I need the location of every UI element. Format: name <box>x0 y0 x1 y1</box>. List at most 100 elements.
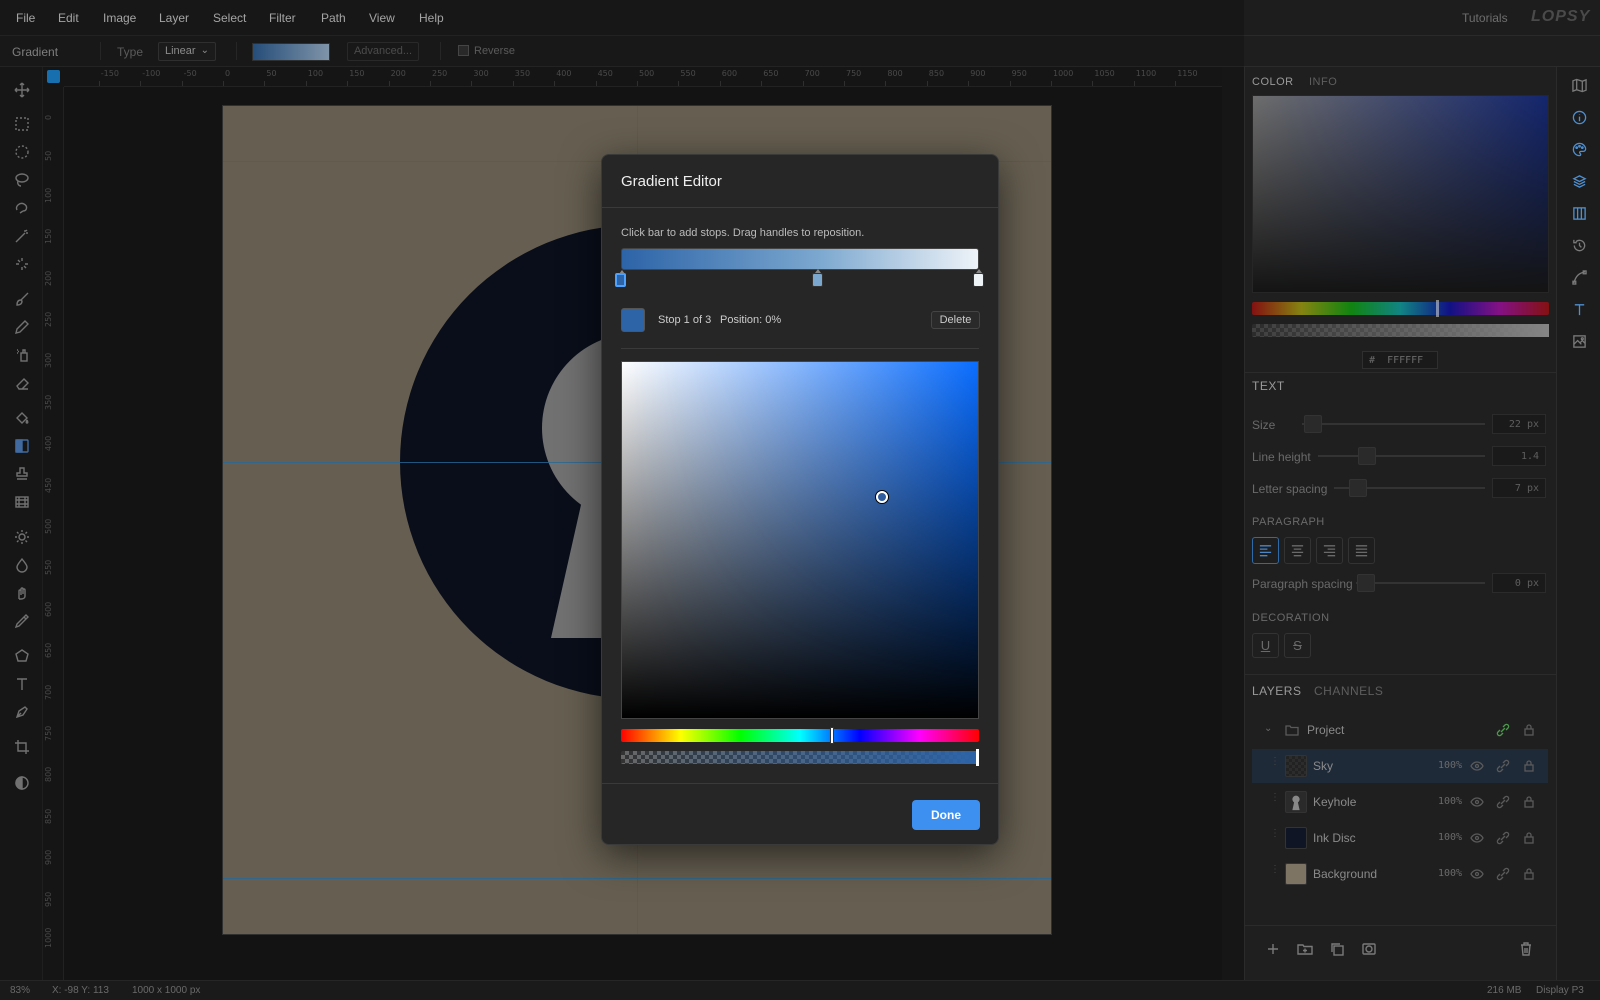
drag-handle-icon[interactable]: ⋮ <box>1270 865 1280 880</box>
lock-icon[interactable] <box>1522 759 1536 773</box>
drag-handle-icon[interactable]: ⋮ <box>1270 829 1280 844</box>
eye-icon[interactable] <box>1470 759 1484 773</box>
hex-value: FFFFFF <box>1387 355 1424 366</box>
hex-prefix: # <box>1369 355 1376 366</box>
tab-info[interactable]: INFO <box>1309 76 1337 88</box>
divider <box>1244 372 1556 373</box>
align-justify-icon <box>1355 545 1368 557</box>
add-layer-icon[interactable] <box>1265 941 1283 959</box>
line-height-value[interactable]: 1.4 <box>1492 446 1546 466</box>
lock-icon[interactable] <box>1522 867 1536 881</box>
eye-icon[interactable] <box>1470 831 1484 845</box>
line-height-slider-thumb[interactable] <box>1358 447 1376 465</box>
document-size: 1000 x 1000 px <box>132 985 201 996</box>
eye-icon[interactable] <box>1470 867 1484 881</box>
line-height-slider-track[interactable] <box>1318 455 1485 457</box>
new-folder-icon[interactable] <box>1297 941 1315 959</box>
drag-handle-icon[interactable]: ⋮ <box>1270 757 1280 772</box>
layer-opacity[interactable]: 100% <box>1438 832 1462 843</box>
color-alpha-slider[interactable] <box>1252 324 1549 337</box>
letter-spacing-label: Letter spacing <box>1252 482 1328 496</box>
stop-info: Stop 1 of 3 <box>658 314 712 326</box>
history-icon[interactable] <box>1568 234 1590 256</box>
strikethrough-button[interactable]: S <box>1284 633 1311 658</box>
dialog-title: Gradient Editor <box>621 173 722 190</box>
layer-row-ink-disc[interactable]: ⋮ Ink Disc 100% <box>1252 821 1548 855</box>
curve-icon[interactable] <box>1568 266 1590 288</box>
alpha-slider[interactable] <box>621 751 979 764</box>
color-saturation-field[interactable] <box>1252 95 1549 293</box>
gradient-bar[interactable] <box>621 248 979 270</box>
zoom-level[interactable]: 83% <box>10 985 30 996</box>
layer-row-background[interactable]: ⋮ Background 100% <box>1252 857 1548 891</box>
type-icon[interactable] <box>1568 298 1590 320</box>
app-logo: LOPSY <box>1531 8 1591 25</box>
delete-stop-button[interactable]: Delete <box>931 311 980 329</box>
tab-layers[interactable]: LAYERS <box>1252 684 1301 698</box>
lock-icon[interactable] <box>1522 831 1536 845</box>
divider <box>602 207 998 208</box>
paragraph-spacing-value[interactable]: 0 px <box>1492 573 1546 593</box>
align-right-button[interactable] <box>1316 537 1343 564</box>
duplicate-icon[interactable] <box>1329 941 1347 959</box>
align-left-button[interactable] <box>1252 537 1279 564</box>
hue-slider[interactable] <box>621 729 979 742</box>
tab-channels[interactable]: CHANNELS <box>1314 684 1383 698</box>
mask-icon[interactable] <box>1361 941 1379 959</box>
letter-spacing-slider-thumb[interactable] <box>1349 479 1367 497</box>
cursor-coordinates: X: -98 Y: 113 <box>52 985 109 996</box>
saturation-value-picker[interactable] <box>621 361 979 719</box>
color-hue-slider[interactable] <box>1252 302 1549 315</box>
stop-color-swatch[interactable] <box>621 308 645 332</box>
layer-row-keyhole[interactable]: ⋮ Keyhole 100% <box>1252 785 1548 819</box>
done-button[interactable]: Done <box>912 800 980 830</box>
layer-thumbnail <box>1285 827 1307 849</box>
align-center-icon <box>1291 545 1304 557</box>
align-center-button[interactable] <box>1284 537 1311 564</box>
lock-icon[interactable] <box>1522 723 1536 737</box>
dialog-hint: Click bar to add stops. Drag handles to … <box>621 227 865 239</box>
paragraph-spacing-slider-thumb[interactable] <box>1357 574 1375 592</box>
link-icon[interactable] <box>1496 831 1510 845</box>
tab-color[interactable]: COLOR <box>1252 76 1294 88</box>
chevron-down-icon[interactable]: ⌄ <box>1264 723 1272 734</box>
layer-opacity[interactable]: 100% <box>1438 796 1462 807</box>
size-slider-track[interactable] <box>1302 423 1485 425</box>
paragraph-spacing-slider-track[interactable] <box>1356 582 1485 584</box>
eye-icon[interactable] <box>1470 795 1484 809</box>
layer-group-row[interactable]: ⌄ Project <box>1252 713 1548 747</box>
letter-spacing-value[interactable]: 7 px <box>1492 478 1546 498</box>
info-icon[interactable] <box>1568 106 1590 128</box>
layer-opacity[interactable]: 100% <box>1438 760 1462 771</box>
trash-icon[interactable] <box>1518 941 1536 959</box>
layers-icon[interactable] <box>1568 170 1590 192</box>
align-justify-button[interactable] <box>1348 537 1375 564</box>
hue-slider-handle[interactable] <box>1436 300 1439 317</box>
link-icon[interactable] <box>1496 723 1510 737</box>
underline-button[interactable]: U <box>1252 633 1279 658</box>
map-icon[interactable] <box>1568 74 1590 96</box>
lock-icon[interactable] <box>1522 795 1536 809</box>
gradient-stop-handle[interactable] <box>973 269 984 287</box>
gradient-stop-handle[interactable] <box>811 269 823 287</box>
align-right-icon <box>1323 545 1336 557</box>
hex-input[interactable]: # FFFFFF <box>1362 351 1438 369</box>
hue-slider-handle[interactable] <box>830 727 835 744</box>
image-adjust-icon[interactable] <box>1568 330 1590 352</box>
link-icon[interactable] <box>1496 795 1510 809</box>
layer-row-sky[interactable]: ⋮ Sky 100% <box>1252 749 1548 783</box>
alpha-slider-handle[interactable] <box>976 749 979 766</box>
picker-cursor[interactable] <box>876 491 889 504</box>
drag-handle-icon[interactable]: ⋮ <box>1270 793 1280 808</box>
columns-icon[interactable] <box>1568 202 1590 224</box>
link-icon[interactable] <box>1496 867 1510 881</box>
paragraph-spacing-label: Paragraph spacing <box>1252 577 1353 591</box>
gradient-stop-handle[interactable] <box>615 270 626 287</box>
size-slider-thumb[interactable] <box>1304 415 1322 433</box>
tutorials-link[interactable]: Tutorials <box>1462 11 1508 25</box>
layer-opacity[interactable]: 100% <box>1438 868 1462 879</box>
palette-icon[interactable] <box>1568 138 1590 160</box>
size-value[interactable]: 22 px <box>1492 414 1546 434</box>
link-icon[interactable] <box>1496 759 1510 773</box>
layer-thumbnail <box>1285 755 1307 777</box>
